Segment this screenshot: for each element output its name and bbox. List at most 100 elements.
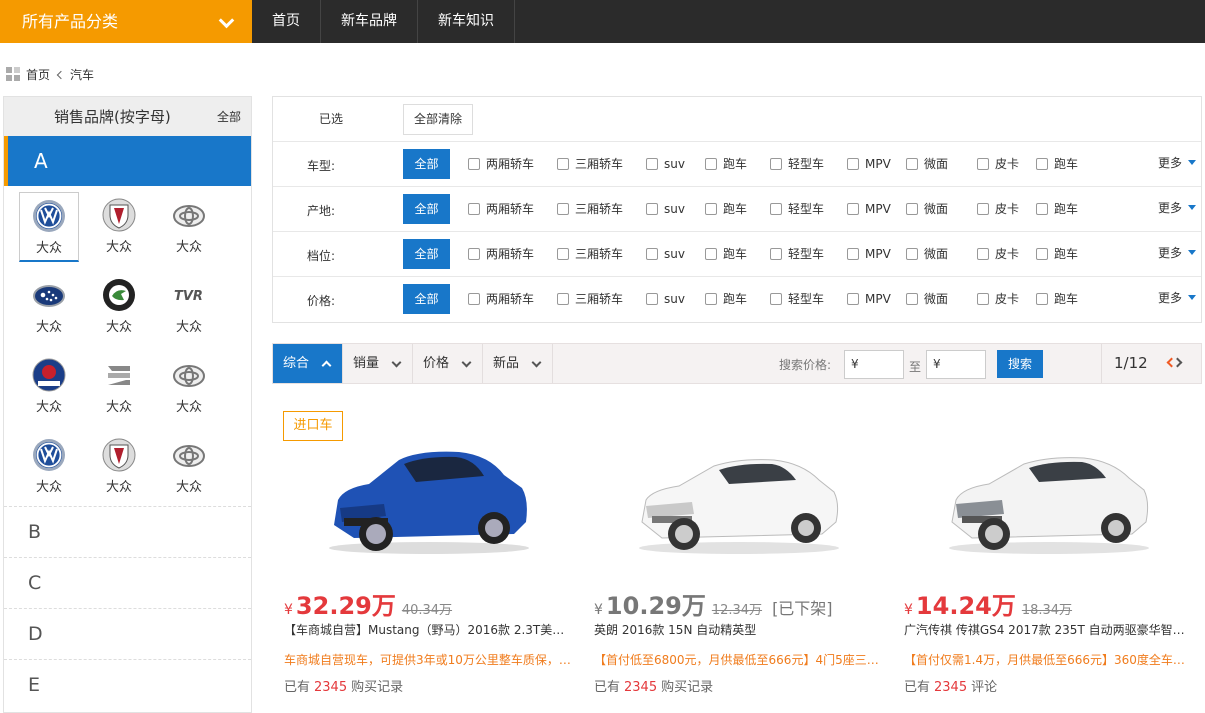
sort-new[interactable]: 新品 (483, 344, 553, 383)
nav-item-new-brands[interactable]: 新车品牌 (321, 0, 418, 43)
filter-option[interactable]: 三厢轿车 (557, 201, 623, 217)
checkbox[interactable] (646, 158, 658, 170)
letter-group-e[interactable]: E (4, 659, 251, 710)
filter-option[interactable]: 三厢轿车 (557, 156, 623, 172)
checkbox[interactable] (847, 203, 859, 215)
checkbox[interactable] (1036, 293, 1048, 305)
min-price-input[interactable]: ¥ (844, 350, 904, 379)
filter-option[interactable]: 微面 (906, 201, 948, 217)
checkbox[interactable] (847, 158, 859, 170)
checkbox[interactable] (1036, 158, 1048, 170)
checkbox[interactable] (646, 293, 658, 305)
letter-group-b[interactable]: B (4, 506, 251, 557)
checkbox[interactable] (705, 293, 717, 305)
brand-item-skoda[interactable]: 大众 (89, 272, 149, 342)
filter-option[interactable]: 微面 (906, 246, 948, 262)
checkbox[interactable] (906, 158, 918, 170)
checkbox[interactable] (977, 293, 989, 305)
filter-option[interactable]: 轻型车 (770, 291, 824, 307)
product-card[interactable]: ¥14.24万 18.34万 广汽传祺 传祺GS4 2017款 235T 自动两驱… (904, 400, 1204, 700)
filter-option[interactable]: 皮卡 (977, 246, 1019, 262)
brand-item-subaru[interactable]: 大众 (19, 272, 79, 342)
checkbox[interactable] (906, 203, 918, 215)
checkbox[interactable] (1036, 203, 1048, 215)
checkbox[interactable] (770, 293, 782, 305)
filter-option[interactable]: MPV (847, 201, 891, 217)
checkbox[interactable] (705, 248, 717, 260)
checkbox[interactable] (1036, 248, 1048, 260)
filter-option[interactable]: 跑车 (705, 291, 747, 307)
brand-item-seat[interactable]: 大众 (89, 352, 149, 422)
checkbox[interactable] (770, 248, 782, 260)
filter-option[interactable]: 微面 (906, 291, 948, 307)
filter-option[interactable]: 跑车 (705, 156, 747, 172)
brand-item-saab[interactable]: 大众 (19, 352, 79, 422)
filter-option[interactable]: 轻型车 (770, 246, 824, 262)
checkbox[interactable] (977, 203, 989, 215)
brand-item-vw-2[interactable]: 大众 (19, 432, 79, 502)
filter-option[interactable]: 跑车 (1036, 291, 1078, 307)
product-title[interactable]: 【车商城自营】Mustang（野马）2016款 2.3T美规自动挡 (284, 621, 574, 638)
checkbox[interactable] (705, 203, 717, 215)
all-categories-button[interactable]: 所有产品分类 (0, 0, 252, 43)
more-options-button[interactable]: 更多 (1158, 199, 1196, 216)
brand-item-toyota-2[interactable]: 大众 (159, 352, 219, 422)
checkbox[interactable] (770, 158, 782, 170)
sidebar-all-link[interactable]: 全部 (217, 97, 241, 137)
filter-option[interactable]: 轻型车 (770, 156, 824, 172)
more-options-button[interactable]: 更多 (1158, 244, 1196, 261)
checkbox[interactable] (468, 158, 480, 170)
checkbox[interactable] (847, 248, 859, 260)
checkbox[interactable] (557, 293, 569, 305)
filter-option[interactable]: 轻型车 (770, 201, 824, 217)
checkbox[interactable] (906, 248, 918, 260)
filter-all-button[interactable]: 全部 (403, 149, 450, 179)
brand-item-tvr[interactable]: TVR 大众 (159, 272, 219, 342)
filter-option[interactable]: MPV (847, 156, 891, 172)
brand-item-toyota-3[interactable]: 大众 (159, 432, 219, 502)
price-search-button[interactable]: 搜索 (997, 350, 1043, 378)
filter-option[interactable]: 跑车 (1036, 156, 1078, 172)
filter-option[interactable]: 两厢轿车 (468, 291, 534, 307)
brand-item-toyota[interactable]: 大众 (159, 192, 219, 262)
checkbox[interactable] (557, 203, 569, 215)
filter-all-button[interactable]: 全部 (403, 284, 450, 314)
filter-option[interactable]: 跑车 (1036, 246, 1078, 262)
filter-option[interactable]: 两厢轿车 (468, 156, 534, 172)
checkbox[interactable] (705, 158, 717, 170)
filter-option[interactable]: 皮卡 (977, 291, 1019, 307)
filter-option[interactable]: 跑车 (705, 201, 747, 217)
more-options-button[interactable]: 更多 (1158, 154, 1196, 171)
filter-option[interactable]: 三厢轿车 (557, 291, 623, 307)
checkbox[interactable] (646, 248, 658, 260)
checkbox[interactable] (468, 203, 480, 215)
filter-option[interactable]: suv (646, 291, 685, 307)
checkbox[interactable] (847, 293, 859, 305)
car-image[interactable] (634, 430, 844, 560)
filter-option[interactable]: suv (646, 246, 685, 262)
checkbox[interactable] (977, 158, 989, 170)
product-card[interactable]: ¥10.29万 12.34万 [已下架] 英朗 2016款 15N 自动精英型 【首… (594, 400, 894, 700)
product-card[interactable]: ¥32.29万 40.34万 【车商城自营】Mustang（野马）2016款 2.… (284, 400, 584, 700)
checkbox[interactable] (770, 203, 782, 215)
checkbox[interactable] (557, 248, 569, 260)
filter-option[interactable]: 两厢轿车 (468, 201, 534, 217)
sort-comprehensive[interactable]: 综合 (273, 344, 343, 383)
brand-item-roewe[interactable]: 大众 (89, 192, 149, 262)
nav-item-home[interactable]: 首页 (252, 0, 321, 43)
car-image[interactable] (944, 430, 1154, 560)
clear-all-button[interactable]: 全部清除 (403, 104, 473, 135)
filter-option[interactable]: 微面 (906, 156, 948, 172)
checkbox[interactable] (906, 293, 918, 305)
next-page-icon[interactable] (1172, 357, 1183, 368)
checkbox[interactable] (468, 293, 480, 305)
sort-sales[interactable]: 销量 (343, 344, 413, 383)
checkbox[interactable] (646, 203, 658, 215)
checkbox[interactable] (977, 248, 989, 260)
filter-option[interactable]: MPV (847, 246, 891, 262)
product-title[interactable]: 广汽传祺 传祺GS4 2017款 235T 自动两驱豪华智联版 (904, 621, 1194, 638)
product-title[interactable]: 英朗 2016款 15N 自动精英型 (594, 621, 884, 638)
filter-option[interactable]: suv (646, 156, 685, 172)
filter-all-button[interactable]: 全部 (403, 194, 450, 224)
filter-option[interactable]: 皮卡 (977, 156, 1019, 172)
